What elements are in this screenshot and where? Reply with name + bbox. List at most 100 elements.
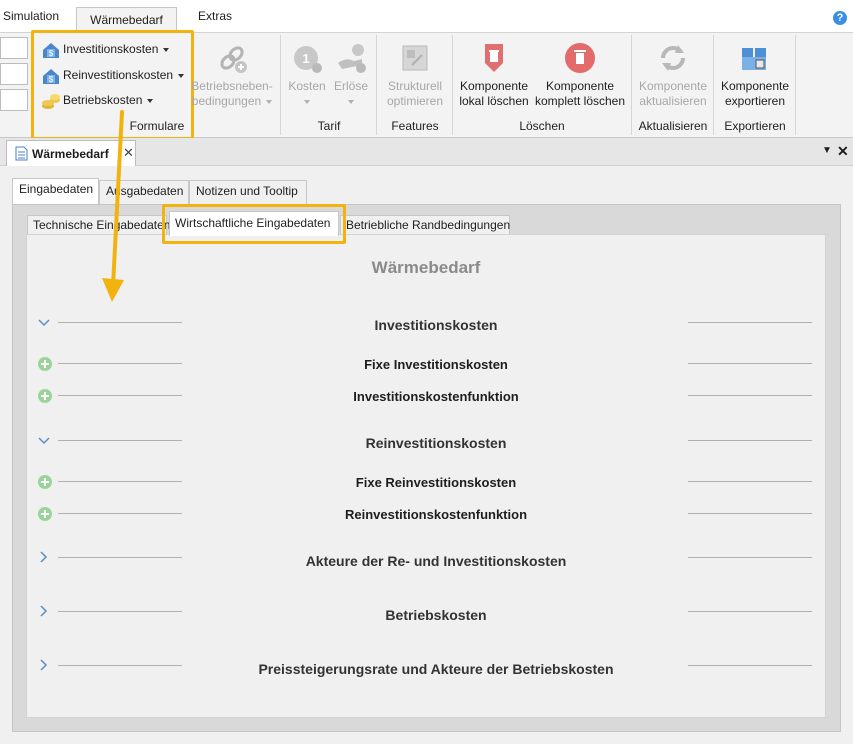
section-investitionskostenfunktion[interactable]: Investitionskostenfunktion (180, 389, 692, 404)
refresh-icon (661, 45, 685, 71)
divider-line (58, 513, 182, 514)
trash-circle-icon (565, 43, 595, 73)
divider-line (58, 557, 182, 558)
plus-circle-icon[interactable] (38, 389, 52, 403)
divider-line (58, 611, 182, 612)
tab-betriebliche-randbedingungen[interactable]: Betriebliche Randbedingungen (340, 215, 510, 235)
divider-line (688, 395, 812, 396)
tab-eingabedaten[interactable]: Eingabedaten (12, 178, 99, 205)
komplett-loeschen-label-1: Komponente (545, 79, 615, 93)
divider-line (58, 481, 182, 482)
section-akteure-investitionskosten[interactable]: Akteure der Re- und Investitionskosten (180, 553, 692, 569)
betriebsnebenbedingungen-label-2: bedingungen (190, 94, 274, 109)
tab-notizen-und-tooltip[interactable]: Notizen und Tooltip (189, 180, 307, 204)
chevron-right-icon[interactable] (37, 550, 51, 564)
svg-text:1: 1 (302, 51, 309, 66)
divider-line (688, 665, 812, 666)
plus-circle-icon[interactable] (38, 357, 52, 371)
menu-tab-extras[interactable]: Extras (198, 9, 232, 23)
komponente-aktualisieren-button[interactable]: Komponente aktualisieren (635, 41, 711, 109)
divider-line (58, 440, 182, 441)
structure-optimize-icon (402, 45, 428, 71)
strukturell-label-2: optimieren (386, 94, 444, 108)
exportieren-label-1: Komponente (720, 79, 790, 93)
divider-line (688, 513, 812, 514)
betriebskosten-button[interactable]: Betriebskosten (41, 90, 154, 110)
divider-line (58, 363, 182, 364)
section-preissteigerungsrate[interactable]: Preissteigerungsrate und Akteure der Bet… (180, 661, 692, 677)
house-money-icon: $ (43, 68, 59, 84)
reinvestitionskosten-label: Reinvestitionskosten (63, 68, 174, 82)
ribbon-separator (376, 35, 377, 135)
section-reinvestitionskostenfunktion[interactable]: Reinvestitionskostenfunktion (180, 507, 692, 522)
chevron-right-icon[interactable] (37, 604, 51, 618)
ribbon-separator (280, 35, 281, 135)
chevron-down-icon[interactable] (37, 316, 51, 330)
divider-line (58, 322, 182, 323)
divider-line (688, 440, 812, 441)
chevron-down-icon[interactable] (37, 434, 51, 448)
kosten-button[interactable]: 1 Kosten (286, 41, 328, 109)
chevron-down-icon (147, 98, 154, 103)
group-label-loeschen: Löschen (519, 119, 565, 133)
betriebskosten-label: Betriebskosten (63, 93, 143, 107)
ribbon-separator (713, 35, 714, 135)
divider-line (688, 557, 812, 558)
divider-line (688, 363, 812, 364)
plus-circle-icon[interactable] (38, 475, 52, 489)
reinvestitionskosten-button[interactable]: $ Reinvestitionskosten (41, 65, 185, 85)
divider-line (58, 395, 182, 396)
chevron-down-icon (348, 99, 354, 104)
chevron-down-icon (178, 73, 185, 78)
ribbon-field-1[interactable] (0, 37, 28, 59)
export-package-icon (742, 48, 766, 70)
form-title: Wärmebedarf (371, 258, 481, 277)
ribbon-separator (795, 35, 796, 135)
ribbon-field-3[interactable] (0, 89, 28, 111)
coin-one-icon: 1 (294, 46, 322, 73)
svg-text:$: $ (49, 49, 54, 58)
ribbon-separator (631, 35, 632, 135)
plus-circle-icon[interactable] (38, 507, 52, 521)
chevron-right-icon[interactable] (37, 658, 51, 672)
help-icon[interactable]: ? (833, 11, 847, 25)
investitionskosten-button[interactable]: $ Investitionskosten (41, 39, 170, 59)
exportieren-label-2: exportieren (724, 94, 786, 108)
section-investitionskosten[interactable]: Investitionskosten (180, 317, 692, 333)
house-money-icon: $ (43, 42, 59, 58)
coins-icon (42, 93, 60, 109)
section-reinvestitionskosten[interactable]: Reinvestitionskosten (180, 435, 692, 451)
menu-bar: Simulation Wärmebedarf Extras ? (0, 0, 853, 33)
section-fixe-reinvestitionskosten[interactable]: Fixe Reinvestitionskosten (180, 475, 692, 490)
chevron-down-icon (266, 99, 273, 104)
chevron-down-icon (304, 99, 310, 104)
menu-tab-waermebedarf[interactable]: Wärmebedarf (76, 7, 177, 33)
section-betriebskosten[interactable]: Betriebskosten (180, 607, 692, 623)
chevron-down-icon (163, 47, 170, 52)
close-icon[interactable]: ✕ (837, 143, 849, 160)
group-label-features: Features (391, 119, 439, 133)
tab-wirtschaftliche-eingabedaten[interactable]: Wirtschaftliche Eingabedaten (169, 211, 339, 236)
menu-tab-simulation[interactable]: Simulation (3, 9, 59, 23)
erloese-label: Erlöse (333, 79, 368, 93)
komponente-exportieren-button[interactable]: Komponente exportieren (717, 41, 793, 109)
divider-line (688, 481, 812, 482)
erloese-button[interactable]: Erlöse (330, 41, 372, 109)
svg-text:$: $ (49, 75, 54, 84)
investitionskosten-label: Investitionskosten (63, 42, 159, 56)
komponente-komplett-loeschen-button[interactable]: Komponente komplett löschen (532, 41, 628, 109)
dropdown-icon[interactable]: ▼ (822, 145, 832, 156)
annotation-arrow (102, 110, 124, 302)
komponente-lokal-loeschen-button[interactable]: Komponente lokal löschen (456, 41, 532, 109)
aktualisieren-label-1: Komponente (638, 79, 708, 93)
aktualisieren-label-2: aktualisieren (639, 94, 707, 108)
strukturell-optimieren-button[interactable]: Strukturell optimieren (380, 41, 450, 109)
trash-shield-icon (485, 44, 503, 72)
divider-line (58, 665, 182, 666)
kosten-label: Kosten (288, 79, 326, 93)
betriebsnebenbedingungen-button[interactable]: Betriebsneben- bedingungen (190, 41, 274, 109)
ribbon-field-2[interactable] (0, 63, 28, 85)
group-label-aktualisieren: Aktualisieren (638, 119, 708, 133)
betriebsnebenbedingungen-label-1: Betriebsneben- (191, 79, 273, 93)
section-fixe-investitionskosten[interactable]: Fixe Investitionskosten (180, 357, 692, 372)
